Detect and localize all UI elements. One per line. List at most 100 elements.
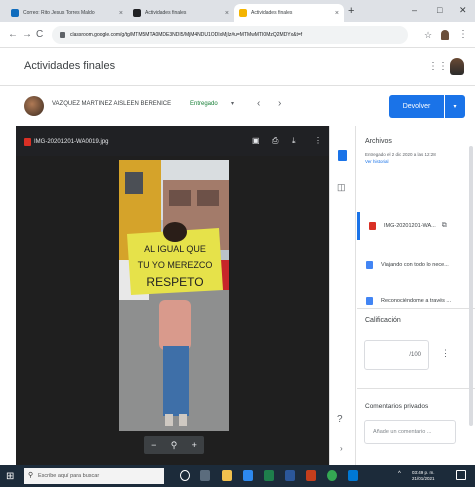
reload-icon[interactable]: C	[36, 29, 43, 40]
browser-tab-activities-active[interactable]: Actividades finales ×	[234, 4, 344, 22]
return-button[interactable]: Devolver	[389, 95, 444, 118]
divider	[357, 308, 475, 309]
taskbar-search-placeholder: Escribe aquí para buscar	[38, 473, 100, 479]
store-icon[interactable]	[243, 470, 253, 481]
private-comments-title: Comentarios privados	[365, 403, 429, 410]
viewer-filename: IMG-20201201-WA0019.jpg	[34, 139, 109, 145]
search-icon: ⚲	[28, 472, 34, 479]
file-explorer-icon[interactable]	[222, 470, 232, 481]
student-avatar	[24, 96, 44, 116]
grade-title: Calificación	[365, 317, 401, 324]
windows-taskbar: ⊞ ⚲ Escribe aquí para buscar ^ 03:49 p. …	[0, 465, 475, 487]
grading-panel: ◫ ? › Archivos Entregado el 2 dic 2020 a…	[329, 126, 475, 465]
files-title: Archivos	[365, 138, 392, 145]
powerpoint-icon[interactable]	[306, 470, 316, 481]
word-icon[interactable]	[285, 470, 295, 481]
doc-file-icon	[366, 297, 373, 305]
doc-file-icon	[366, 261, 373, 269]
app-header: Actividades finales ⋮⋮⋮	[0, 48, 475, 86]
url-text: classroom.google.com/g/tg/MTM5MTA0MDE3ND…	[70, 32, 303, 38]
divider	[357, 388, 475, 389]
close-tab-icon[interactable]: ×	[119, 10, 123, 17]
back-icon[interactable]: ←	[8, 29, 18, 40]
edge-icon[interactable]	[348, 470, 358, 481]
file-item[interactable]: Reconociéndome a través ...	[357, 287, 475, 315]
file-item[interactable]: Viajando con todo lo nece...	[357, 251, 475, 279]
open-in-new-icon[interactable]: ⧉	[442, 222, 447, 230]
system-clock[interactable]: 03:49 p. m. 21/01/2021	[412, 470, 435, 482]
address-bar: ← → C classroom.google.com/g/tg/MTM5MTA0…	[0, 22, 475, 48]
submitted-photo: AL IGUAL QUE TU YO MEREZCO RESPETO	[119, 160, 229, 431]
task-view-icon[interactable]	[200, 470, 210, 481]
image-file-icon	[24, 138, 31, 146]
sign-line-2: TU YO MEREZCO	[138, 260, 213, 270]
browser-tab-mail[interactable]: Correo: Rito Jesus Torres Maldo ×	[6, 4, 128, 22]
tab-label: Actividades finales	[251, 10, 293, 16]
return-options-button[interactable]: ▾	[445, 95, 465, 118]
tray-chevron-icon[interactable]: ^	[398, 471, 401, 477]
clock-date: 21/01/2021	[412, 476, 435, 481]
file-name: Viajando con todo lo nece...	[381, 262, 449, 268]
notification-icon[interactable]	[456, 470, 466, 480]
help-icon[interactable]: ?	[337, 414, 343, 425]
image-file-icon	[369, 222, 376, 230]
rubric-tab-icon[interactable]: ◫	[337, 182, 346, 193]
viewer-toolbar: IMG-20201201-WA0019.jpg ▣ ⎙ ⤓ ⋮	[16, 126, 329, 156]
zoom-in-icon[interactable]: +	[192, 440, 197, 450]
photo-image: AL IGUAL QUE TU YO MEREZCO RESPETO	[119, 160, 229, 431]
classroom-icon	[133, 9, 141, 17]
student-name[interactable]: VAZQUEZ MARTINEZ AISLEEN BERENICE	[52, 101, 171, 107]
close-tab-icon[interactable]: ×	[225, 10, 229, 17]
next-student-icon[interactable]: ›	[278, 98, 281, 109]
download-icon[interactable]: ⤓	[292, 136, 296, 146]
panel-scrollbar[interactable]	[469, 146, 473, 426]
new-tab-icon[interactable]: +	[348, 5, 354, 17]
files-tab-icon[interactable]	[338, 150, 347, 161]
file-name: Reconociéndome a través ...	[381, 298, 452, 304]
forward-icon[interactable]: →	[22, 29, 32, 40]
taskbar-search[interactable]: ⚲ Escribe aquí para buscar	[24, 468, 164, 484]
maximize-icon[interactable]: □	[437, 5, 442, 15]
profile-icon[interactable]	[441, 30, 449, 40]
page-title: Actividades finales	[24, 60, 116, 72]
grade-input[interactable]: /100	[364, 340, 429, 370]
browser-tab-strip: Correo: Rito Jesus Torres Maldo × Activi…	[0, 0, 475, 22]
previous-student-icon[interactable]: ‹	[257, 98, 260, 109]
more-options-icon[interactable]: ⋮	[314, 136, 322, 145]
minimize-icon[interactable]: –	[412, 5, 417, 15]
file-item[interactable]: IMG-20201201-WA... ⧉	[357, 212, 475, 240]
add-comment-icon[interactable]: ▣	[252, 136, 260, 145]
side-rail: ◫ ? ›	[330, 126, 356, 465]
excel-icon[interactable]	[264, 470, 274, 481]
bookmark-star-icon[interactable]: ☆	[424, 30, 432, 41]
cortana-icon[interactable]	[180, 470, 190, 481]
sign-line-3: RESPETO	[146, 275, 203, 289]
browser-tab-activities[interactable]: Actividades finales ×	[128, 4, 234, 22]
zoom-icon[interactable]: ⚲	[171, 440, 178, 451]
zoom-out-icon[interactable]: −	[151, 440, 156, 450]
collapse-panel-icon[interactable]: ›	[340, 444, 343, 453]
zoom-controls: − ⚲ +	[144, 436, 204, 454]
submission-status[interactable]: Entregado	[190, 101, 218, 107]
tab-label: Actividades finales	[145, 10, 187, 16]
sign-line-1: AL IGUAL QUE	[144, 244, 206, 254]
file-name: IMG-20201201-WA...	[384, 223, 436, 229]
comment-placeholder: Añade un comentario ...	[373, 429, 432, 435]
close-window-icon[interactable]: ✕	[459, 5, 467, 16]
browser-menu-icon[interactable]: ⋮	[458, 29, 468, 40]
outlook-icon	[11, 9, 19, 17]
url-field[interactable]: classroom.google.com/g/tg/MTM5MTA0MDE3ND…	[52, 26, 408, 44]
comment-input[interactable]: Añade un comentario ...	[364, 420, 456, 444]
lock-icon	[60, 32, 65, 38]
print-icon[interactable]: ⎙	[272, 136, 278, 146]
account-avatar[interactable]	[450, 58, 464, 75]
history-link[interactable]: Ver historial	[365, 159, 389, 164]
chevron-down-icon[interactable]: ▾	[231, 100, 234, 107]
close-tab-icon[interactable]: ×	[335, 10, 339, 17]
chrome-icon[interactable]	[327, 470, 337, 481]
grade-options-icon[interactable]: ⋮	[441, 348, 450, 359]
classroom-icon	[239, 9, 247, 17]
tab-label: Correo: Rito Jesus Torres Maldo	[23, 10, 95, 16]
windows-start-icon[interactable]: ⊞	[6, 471, 14, 482]
grade-denominator: /100	[409, 352, 421, 358]
